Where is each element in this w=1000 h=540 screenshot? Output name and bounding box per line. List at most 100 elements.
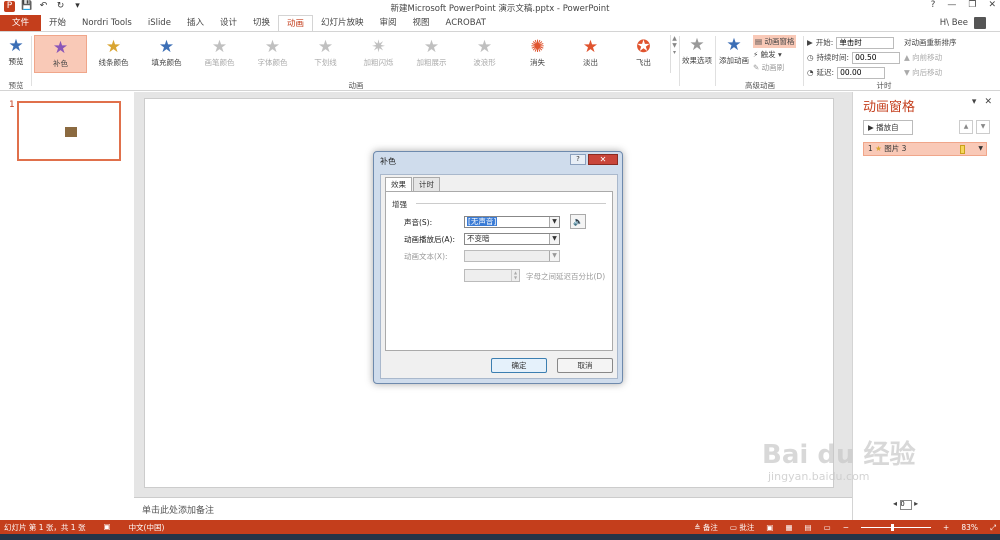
seconds-left-icon[interactable]: ◂ (893, 499, 897, 508)
language-status[interactable]: 中文(中国) (129, 522, 165, 533)
animation-pane-button[interactable]: ▤ 动画窗格 (753, 35, 797, 48)
slideshow-icon[interactable]: ▭ (824, 523, 831, 532)
dialog-title: 补色 (380, 157, 396, 166)
order-buttons: ▲ ▼ (959, 120, 990, 134)
spinner-arrows-icon: ▲ ▼ (511, 270, 519, 281)
delay-label: 延迟: (816, 68, 835, 77)
minimize-button[interactable]: — (947, 0, 956, 10)
chevron-down-icon: ▼ (549, 251, 559, 261)
start-select[interactable] (836, 36, 895, 49)
duration-row: ◷ 持续时间: (807, 50, 901, 65)
tab-timing[interactable]: 计时 (413, 177, 440, 191)
anim-item-line-color[interactable]: ★ 线条颜色 (87, 35, 140, 73)
dialog-help-button[interactable]: ? (570, 154, 586, 165)
spellcheck-icon[interactable]: ▣ (103, 522, 110, 533)
close-button[interactable]: ✕ (988, 0, 996, 10)
seconds-right-icon[interactable]: ▸ (914, 499, 918, 508)
effect-options-button[interactable]: ★ 效果选项 (680, 35, 714, 66)
anim-item-fill-color[interactable]: ★ 填充颜色 (140, 35, 193, 73)
anim-label: 淡出 (583, 58, 598, 67)
tab-file[interactable]: 文件 (0, 15, 42, 31)
animate-text-select[interactable]: ▼ (464, 250, 560, 262)
star-icon: ★ (476, 37, 493, 57)
status-left: 幻灯片 第 1 张，共 1 张 ▣ 中文(中国) (4, 522, 164, 533)
anim-item-brush-color[interactable]: ★ 画笔颜色 (193, 35, 246, 73)
zoom-level[interactable]: 83% (961, 523, 978, 532)
pane-close-icon[interactable]: ✕ (984, 97, 992, 107)
cancel-button[interactable]: 取消 (557, 358, 613, 373)
preview-button[interactable]: ★ 预览 (3, 36, 29, 67)
zoom-in-icon[interactable]: + (943, 523, 949, 532)
normal-view-icon[interactable]: ▣ (766, 523, 773, 532)
timing-group: ▶ 开始: ◷ 持续时间: ◔ 延迟: (807, 35, 901, 80)
notes-toggle[interactable]: ≜ 备注 (694, 522, 718, 533)
anim-item-wave[interactable]: ★ 波浪形 (458, 35, 511, 73)
pane-options-icon[interactable]: ▾ (972, 97, 977, 107)
tab-nordri-tools[interactable]: Nordri Tools (74, 15, 140, 31)
slide-thumbnail[interactable] (17, 101, 121, 161)
group-separator (803, 36, 804, 86)
anim-item-bold-flash[interactable]: ✷ 加粗闪烁 (352, 35, 405, 73)
tab-view[interactable]: 视图 (405, 15, 438, 31)
delay-input[interactable] (837, 66, 886, 79)
after-animation-select[interactable]: 不变暗 ▼ (464, 233, 560, 245)
tab-acrobat[interactable]: ACROBAT (438, 15, 494, 31)
title-bar: P 💾 ↶ ↻ ▾ 新建Microsoft PowerPoint 演示文稿.pp… (0, 0, 1000, 14)
tab-transitions[interactable]: 切换 (245, 15, 278, 31)
tab-design[interactable]: 设计 (212, 15, 245, 31)
notes-pane[interactable]: 单击此处添加备注 (134, 497, 852, 520)
star-icon: ✪ (636, 37, 651, 57)
anim-label: 填充颜色 (151, 58, 182, 67)
tab-slideshow[interactable]: 幻灯片放映 (313, 15, 372, 31)
anim-item-fade-out[interactable]: ★ 淡出 (564, 35, 617, 73)
animation-list-item[interactable]: 1 ★ 图片 3 ▼ (863, 142, 987, 156)
play-from-button[interactable]: ▶ 播放自 (863, 120, 913, 135)
tab-home[interactable]: 开始 (41, 15, 74, 31)
ok-button[interactable]: 确定 (491, 358, 547, 373)
gallery-scroll[interactable]: ▲ ▼ ▾ (670, 35, 678, 73)
tab-insert[interactable]: 插入 (179, 15, 212, 31)
reading-view-icon[interactable]: ▤ (805, 523, 812, 532)
tab-effect[interactable]: 效果 (385, 177, 412, 192)
dialog-close-button[interactable]: ✕ (588, 154, 618, 165)
zoom-slider[interactable] (861, 524, 932, 531)
anim-item-fly-out[interactable]: ✪ 飞出 (617, 35, 670, 73)
move-later-button[interactable]: ▼ 向后移动 (904, 65, 957, 80)
move-up-icon[interactable]: ▲ (959, 120, 973, 134)
play-from-label: 播放自 (876, 123, 899, 132)
move-earlier-button[interactable]: ▲ 向前移动 (904, 50, 957, 65)
trigger-button[interactable]: ⚡ 触发 ▾ (753, 48, 796, 61)
delay-percent-spinner[interactable]: ▲ ▼ (464, 269, 520, 282)
slide-number: 1 (9, 100, 15, 110)
zoom-out-icon[interactable]: − (843, 523, 849, 532)
zoom-thumb[interactable] (891, 524, 895, 531)
restore-button[interactable]: ❐ (968, 0, 976, 10)
anim-label: 飞出 (636, 58, 651, 67)
sound-select[interactable]: [无声音] ▼ (464, 216, 560, 228)
add-animation-button[interactable]: ★ 添加动画 (717, 35, 751, 66)
seconds-input[interactable] (899, 499, 912, 510)
help-button[interactable]: ? (931, 0, 936, 10)
anim-item-underline[interactable]: ★ 下划线 (299, 35, 352, 73)
sound-label: 声音(S): (404, 218, 433, 227)
user-account[interactable]: H\ Bee (940, 17, 986, 29)
tab-islide[interactable]: iSlide (140, 15, 179, 31)
tab-review[interactable]: 审阅 (372, 15, 405, 31)
animation-painter-button[interactable]: ✎ 动画刷 (753, 61, 796, 74)
anim-item-complementary[interactable]: ★ 补色 (34, 35, 87, 73)
tab-animations[interactable]: 动画 (277, 15, 313, 31)
ribbon-tabs: 文件 开始 Nordri Tools iSlide 插入 设计 切换 动画 幻灯… (0, 15, 1000, 31)
anim-item-font-color[interactable]: ★ 字体颜色 (246, 35, 299, 73)
item-number: 1 (868, 144, 873, 153)
comments-toggle[interactable]: ▭ 批注 (730, 522, 754, 533)
fit-slide-icon[interactable]: ⤢ (990, 523, 996, 533)
speaker-icon[interactable]: 🔈 (570, 214, 586, 229)
advanced-animation-list: ▤ 动画窗格 ⚡ 触发 ▾ ✎ 动画刷 (753, 35, 797, 74)
move-later-label: 向后移动 (912, 68, 943, 77)
move-down-icon[interactable]: ▼ (976, 120, 990, 134)
anim-item-bold-reveal[interactable]: ★ 加粗展示 (405, 35, 458, 73)
slide-sorter-icon[interactable]: ▦ (785, 523, 792, 532)
chevron-down-icon[interactable]: ▼ (978, 143, 983, 155)
duration-input[interactable] (852, 51, 901, 64)
anim-item-disappear[interactable]: ✺ 消失 (511, 35, 564, 73)
